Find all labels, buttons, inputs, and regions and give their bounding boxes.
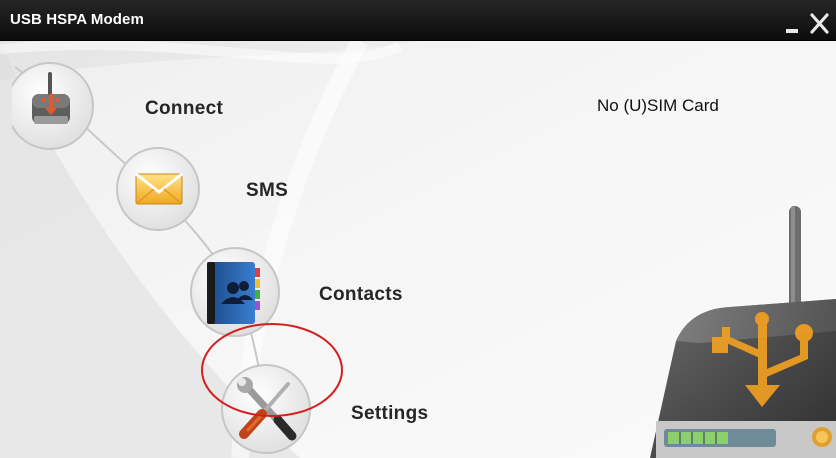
highlight-circle [201, 323, 343, 417]
menu-label-connect: Connect [145, 98, 224, 119]
app-window: USB HSPA Modem No (U)SIM Card Connect SM… [0, 0, 836, 458]
main-panel: No (U)SIM Card Connect SMS Contacts Sett… [0, 41, 836, 458]
title-bar[interactable]: USB HSPA Modem [0, 0, 836, 41]
menu-label-contacts: Contacts [319, 284, 403, 305]
window-title: USB HSPA Modem [10, 11, 144, 28]
menu-label-settings: Settings [351, 403, 429, 424]
minimize-icon [786, 29, 798, 33]
sim-status-text: No (U)SIM Card [597, 96, 719, 115]
envelope-icon [116, 147, 200, 231]
menu-label-sms: SMS [246, 180, 289, 201]
modem-connect-icon [12, 62, 94, 150]
menu-item-connect[interactable]: Connect [12, 58, 252, 154]
close-button[interactable] [808, 10, 832, 34]
close-icon [810, 13, 829, 34]
minimize-button[interactable] [782, 8, 804, 34]
menu-item-sms[interactable]: SMS [116, 144, 316, 240]
